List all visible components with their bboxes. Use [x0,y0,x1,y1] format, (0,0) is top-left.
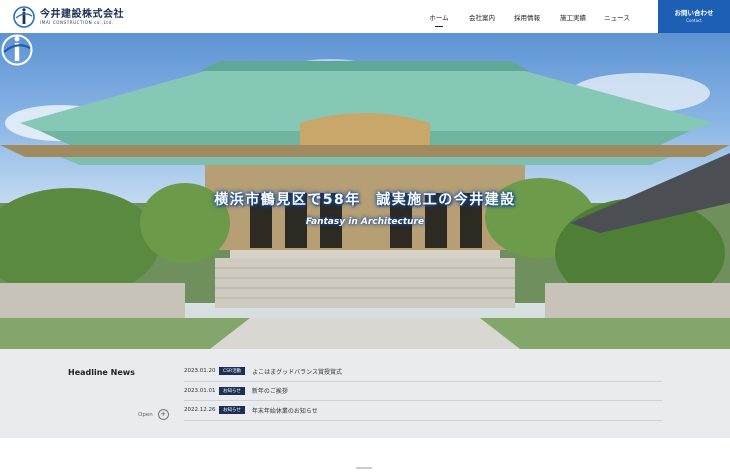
contact-button[interactable]: お問い合わせ Contact [658,0,730,33]
nav-home[interactable]: ホーム [418,0,460,33]
news-title: 新年のご挨拶 [251,388,288,396]
hero-emblem-icon [1,34,33,66]
news-category-badge: お知らせ [219,386,245,395]
scroll-indicator-icon [356,467,372,469]
page-continuation [0,438,730,476]
news-category-badge: CSR活動 [219,367,246,376]
news-item[interactable]: 2023.01.01 お知らせ 新年のご挨拶 [184,382,662,401]
news-item[interactable]: 2022.12.26 お知らせ 年末年始休業のお知らせ [184,401,662,421]
logo-company-subname: IMAI CONSTRUCTION co.,Ltd. [40,19,114,25]
news-open-toggle[interactable]: Open + [138,409,169,420]
nav-news[interactable]: ニュース [596,0,638,33]
company-logo[interactable]: 今井建設株式会社 IMAI CONSTRUCTION co.,Ltd. [13,6,124,28]
news-item[interactable]: 2023.01.20 CSR活動 よこはまグッドバランス賞授賞式 [184,362,662,382]
main-nav: ホーム 会社案内 採用情報 施工実績 ニュース [418,0,638,33]
headline-news-section: Headline News Open + 2023.01.20 CSR活動 よこ… [0,349,730,438]
logo-company-name: 今井建設株式会社 [40,8,124,20]
news-date: 2023.01.01 [184,387,216,394]
logo-emblem-icon [13,6,35,28]
hero-title: 横浜市鶴見区で58年 誠実施工の今井建設 [214,192,516,208]
hero-banner: 横浜市鶴見区で58年 誠実施工の今井建設 Fantasy in Architec… [0,33,730,349]
news-date: 2022.12.26 [184,407,216,414]
contact-sublabel: Contact [686,18,702,23]
news-heading: Headline News [68,368,135,377]
news-open-label: Open [138,411,153,418]
plus-icon: + [157,409,169,420]
site-header: 今井建設株式会社 IMAI CONSTRUCTION co.,Ltd. ホーム … [0,0,730,33]
nav-recruit[interactable]: 採用情報 [504,0,550,33]
nav-works[interactable]: 施工実績 [550,0,596,33]
news-title: よこはまグッドバランス賞授賞式 [252,368,343,376]
contact-label: お問い合わせ [674,9,714,17]
news-category-badge: お知らせ [219,406,245,415]
news-list: 2023.01.20 CSR活動 よこはまグッドバランス賞授賞式 2023.01… [184,362,662,421]
nav-company[interactable]: 会社案内 [460,0,504,33]
news-title: 年末年始休業のお知らせ [251,407,318,415]
hero-subtitle: Fantasy in Architecture [305,217,425,227]
news-date: 2023.01.20 [184,368,216,375]
